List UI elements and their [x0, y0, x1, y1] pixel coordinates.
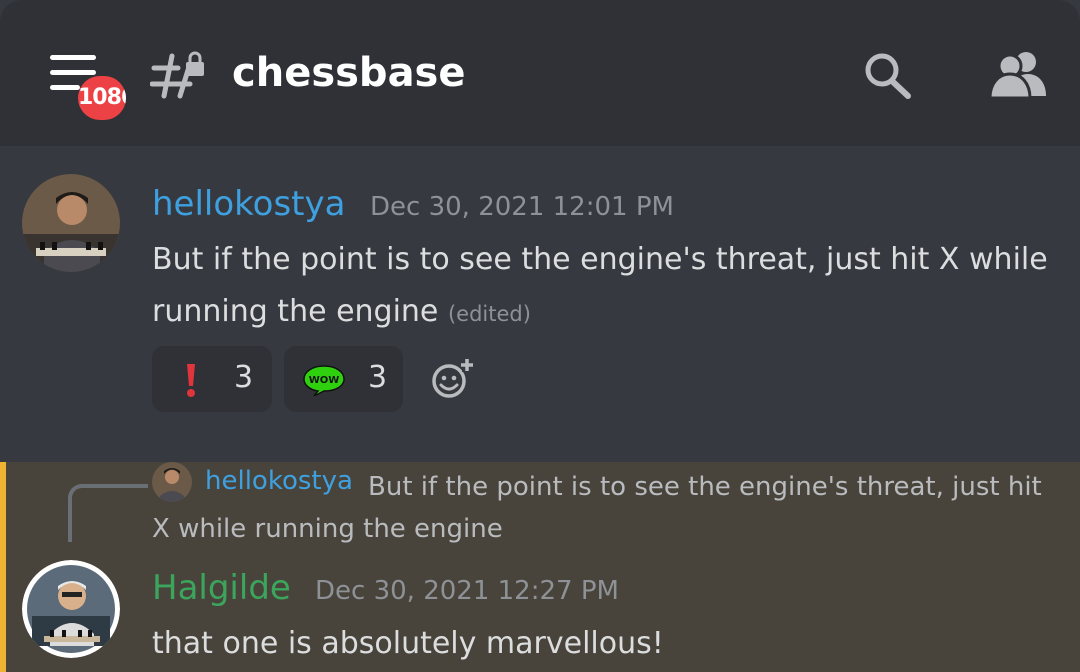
locked-channel-icon: [150, 51, 204, 99]
user-avatar[interactable]: [22, 174, 120, 272]
reaction-count: 3: [368, 360, 388, 395]
unread-badge: 1086: [78, 76, 126, 120]
mention-accent-bar: [0, 462, 6, 672]
reaction-exclamation[interactable]: 3: [152, 346, 272, 412]
wow-emoji-icon: WOW: [303, 365, 345, 396]
message-text: But if the point is to see the engine's …: [152, 234, 1052, 340]
exclamation-emoji-icon: [187, 364, 195, 397]
timestamp: Dec 30, 2021 12:01 PM: [370, 192, 674, 222]
reply-connector: [68, 484, 148, 542]
members-icon[interactable]: [986, 48, 1048, 98]
message[interactable]: hellokostya Dec 30, 2021 12:01 PM But if…: [0, 146, 1080, 462]
channel-header: 1086 chessbase: [0, 0, 1080, 146]
search-icon[interactable]: [860, 50, 916, 100]
menu-bar: [50, 85, 80, 90]
message-mention-highlight[interactable]: hellokostya But if the point is to see t…: [0, 462, 1080, 672]
channel-name[interactable]: chessbase: [232, 50, 466, 96]
add-reaction-icon[interactable]: [430, 356, 474, 400]
reaction-wow[interactable]: WOW 3: [284, 346, 403, 412]
user-avatar[interactable]: [22, 560, 120, 658]
menu-bar: [50, 70, 96, 75]
reply-preview[interactable]: But if the point is to see the engine's …: [152, 466, 1062, 550]
reaction-count: 3: [234, 360, 254, 395]
edited-label: (edited): [447, 302, 531, 326]
message-content: But if the point is to see the engine's …: [152, 242, 1048, 329]
message-content: that one is absolutely marvellous!: [152, 626, 664, 661]
menu-bar: [50, 55, 96, 60]
username[interactable]: hellokostya: [152, 184, 345, 224]
username[interactable]: Halgilde: [152, 568, 291, 608]
timestamp: Dec 30, 2021 12:27 PM: [315, 576, 619, 606]
wow-emoji-text: WOW: [309, 375, 340, 386]
